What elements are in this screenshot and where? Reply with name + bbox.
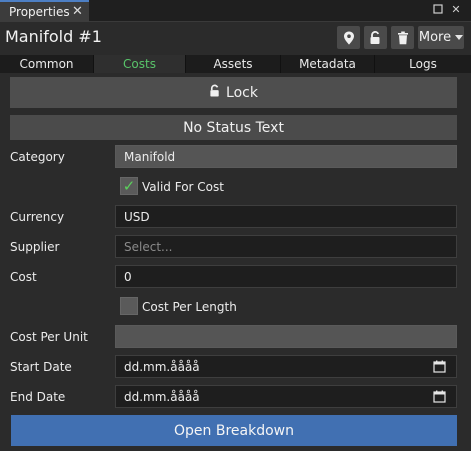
tab-assets-label: Assets	[213, 57, 253, 71]
end-date-label: End Date	[10, 390, 66, 404]
category-field: Manifold	[115, 145, 457, 168]
supplier-label: Supplier	[10, 240, 60, 254]
tab-common[interactable]: Common	[0, 55, 94, 73]
location-pin-icon	[343, 31, 355, 45]
maximize-icon[interactable]	[432, 4, 444, 16]
cost-per-unit-field	[115, 325, 457, 348]
calendar-icon[interactable]	[433, 360, 446, 376]
supplier-input[interactable]	[124, 239, 424, 254]
tab-common-label: Common	[19, 57, 74, 71]
category-label: Category	[10, 150, 65, 164]
start-date-field[interactable]: dd.mm.åååå	[115, 355, 457, 378]
section-tabs: Common Costs Assets Metadata Logs	[0, 55, 471, 73]
chevron-down-icon	[455, 35, 464, 40]
tab-assets[interactable]: Assets	[186, 55, 281, 73]
tab-metadata[interactable]: Metadata	[281, 55, 375, 73]
cost-per-length-checkbox[interactable]	[120, 297, 138, 315]
valid-for-cost-checkbox[interactable]: ✓	[120, 177, 138, 195]
checkmark-icon: ✓	[122, 177, 136, 195]
cost-per-unit-label: Cost Per Unit	[10, 330, 88, 344]
end-date-field[interactable]: dd.mm.åååå	[115, 385, 457, 408]
currency-field[interactable]: USD	[115, 205, 457, 228]
tab-logs-label: Logs	[409, 57, 437, 71]
tab-logs[interactable]: Logs	[375, 55, 471, 73]
unlock-icon	[369, 30, 382, 45]
properties-tab-label: Properties	[9, 5, 70, 19]
currency-label: Currency	[10, 210, 65, 224]
open-breakdown-label: Open Breakdown	[174, 422, 294, 439]
panel-tab-strip: Properties ✕ ✕	[0, 0, 471, 22]
supplier-select[interactable]	[115, 235, 457, 258]
lock-button-label: Lock	[226, 84, 258, 101]
cost-per-length-label: Cost Per Length	[142, 300, 237, 314]
start-date-value: dd.mm.åååå	[124, 359, 200, 374]
delete-button[interactable]	[391, 26, 414, 49]
status-bar: No Status Text	[10, 115, 457, 140]
start-date-label: Start Date	[10, 360, 72, 374]
valid-for-cost-label: Valid For Cost	[142, 180, 224, 194]
calendar-icon[interactable]	[433, 390, 446, 406]
lock-button[interactable]: Lock	[10, 77, 457, 108]
location-pin-button[interactable]	[337, 26, 360, 49]
more-button[interactable]: More	[418, 26, 464, 49]
page-title: Manifold #1	[5, 27, 102, 46]
tab-metadata-label: Metadata	[299, 57, 356, 71]
cost-value: 0	[124, 269, 132, 284]
trash-icon	[397, 31, 409, 45]
currency-value: USD	[124, 209, 150, 224]
end-date-value: dd.mm.åååå	[124, 389, 200, 404]
unlock-button[interactable]	[364, 26, 387, 49]
unlock-icon	[209, 84, 221, 102]
close-icon[interactable]: ✕	[72, 4, 83, 19]
panel-close-icon[interactable]: ✕	[450, 4, 462, 16]
tab-costs-label: Costs	[123, 57, 156, 71]
cost-field[interactable]: 0	[115, 265, 457, 288]
open-breakdown-button[interactable]: Open Breakdown	[11, 415, 457, 446]
properties-tab[interactable]: Properties ✕	[0, 0, 89, 22]
more-label: More	[418, 30, 452, 45]
tab-costs[interactable]: Costs	[94, 55, 186, 73]
cost-label: Cost	[10, 270, 37, 284]
category-value: Manifold	[124, 149, 176, 164]
status-text: No Status Text	[183, 119, 284, 136]
